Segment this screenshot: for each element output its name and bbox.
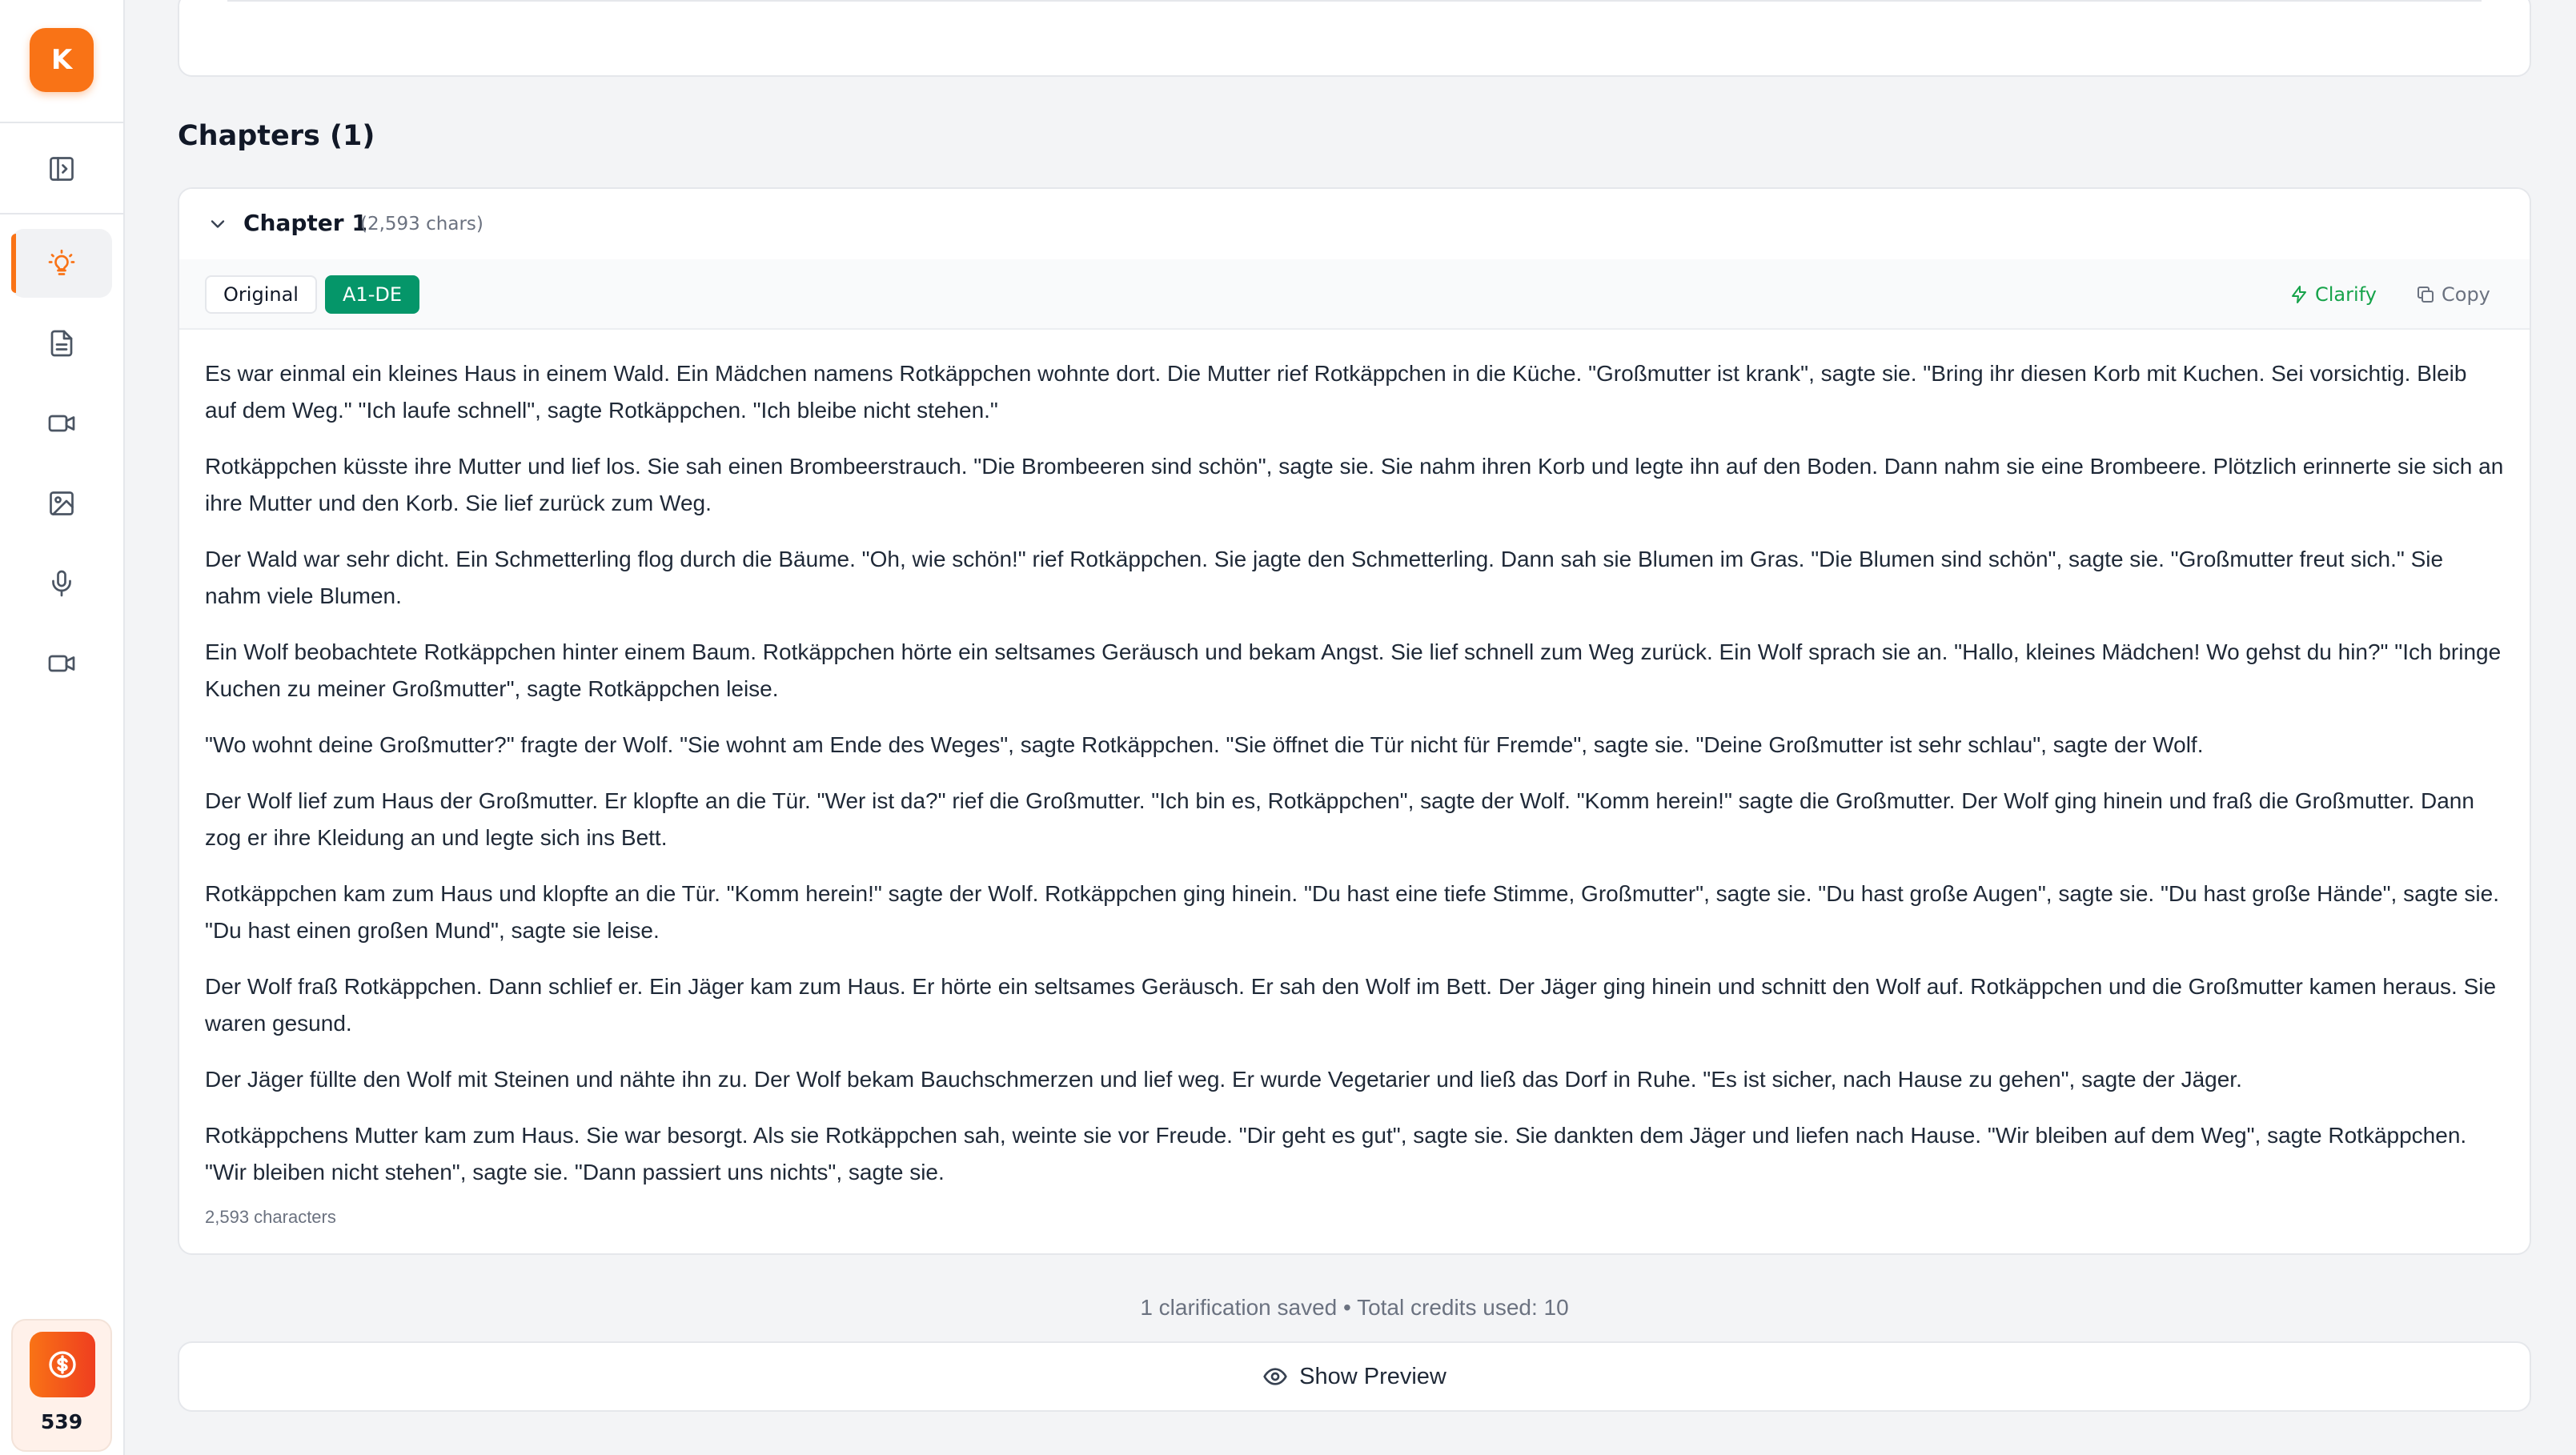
show-preview-label: Show Preview <box>1299 1363 1446 1389</box>
sidebar-item-video-2[interactable] <box>11 629 112 698</box>
sidebar-item-ideas[interactable] <box>11 229 112 298</box>
sidebar-item-documents[interactable] <box>11 309 112 378</box>
sidebar-item-audio[interactable] <box>11 549 112 618</box>
sidebar-item-video[interactable] <box>11 389 112 458</box>
paragraph: Der Jäger füllte den Wolf mit Steinen un… <box>205 1067 2242 1092</box>
chapters-heading: Chapters (1) <box>178 120 375 152</box>
eye-icon <box>1263 1368 1287 1385</box>
paragraph: Ein Wolf beobachtete Rotkäppchen hinter … <box>205 639 2502 701</box>
top-card <box>178 0 2531 77</box>
tab-original[interactable]: Original <box>205 275 317 314</box>
sidebar: K 539 <box>0 0 125 1455</box>
copy-label: Copy <box>2442 283 2490 306</box>
paragraph: Rotkäppchen kam zum Haus und klopfte an … <box>205 881 2499 943</box>
paragraph: Der Wolf lief zum Haus der Großmutter. E… <box>205 788 2474 850</box>
copy-button[interactable]: Copy <box>2416 275 2490 314</box>
chapter-char-info: (2,593 chars) <box>360 214 484 234</box>
show-preview-button[interactable]: Show Preview <box>178 1341 2531 1412</box>
document-icon <box>50 330 73 357</box>
sidebar-divider <box>0 213 125 214</box>
paragraph: Es war einmal ein kleines Haus in einem … <box>205 361 2467 423</box>
paragraph: Rotkäppchens Mutter kam zum Haus. Sie wa… <box>205 1123 2467 1184</box>
paragraph: Der Wald war sehr dicht. Ein Schmetterli… <box>205 547 2444 608</box>
image-icon <box>50 491 74 515</box>
chevron-down-icon[interactable] <box>207 213 229 235</box>
status-line: 1 clarification saved • Total credits us… <box>1140 1295 1569 1320</box>
paragraph: Der Wolf fraß Rotkäppchen. Dann schlief … <box>205 974 2497 1036</box>
sidebar-divider <box>0 122 125 123</box>
tab-a1-de[interactable]: A1-DE <box>325 275 419 314</box>
dollar-coin-icon <box>30 1332 95 1397</box>
lightbulb-icon <box>48 249 75 275</box>
chapter-title: Chapter 1 <box>243 210 367 236</box>
sidebar-item-images[interactable] <box>11 469 112 538</box>
chapter-text: Es war einmal ein kleines Haus in einem … <box>205 355 2504 1210</box>
paragraph: Rotkäppchen küsste ihre Mutter und lief … <box>205 454 2504 515</box>
panel-toggle-icon <box>50 157 74 181</box>
chapter-card: Chapter 1 (2,593 chars) Original A1-DE C… <box>178 187 2531 1255</box>
copy-icon <box>2418 287 2434 303</box>
character-count: 2,593 characters <box>205 1207 336 1227</box>
app-logo[interactable]: K <box>30 28 94 92</box>
paragraph: "Wo wohnt deine Großmutter?" fragte der … <box>205 732 2204 757</box>
video-icon <box>48 415 75 432</box>
credits-widget[interactable]: 539 <box>11 1319 112 1452</box>
lightning-icon <box>2292 286 2306 303</box>
video-icon <box>48 655 75 672</box>
credits-count: 539 <box>40 1410 83 1433</box>
clarify-label: Clarify <box>2315 283 2377 306</box>
divider <box>227 0 2482 2</box>
sidebar-toggle-button[interactable] <box>11 134 112 203</box>
chapter-header[interactable]: Chapter 1 (2,593 chars) <box>179 189 2530 259</box>
chapter-toolbar: Original A1-DE Clarify Copy <box>179 259 2530 330</box>
microphone-icon <box>52 570 71 597</box>
clarify-button[interactable]: Clarify <box>2289 275 2377 314</box>
